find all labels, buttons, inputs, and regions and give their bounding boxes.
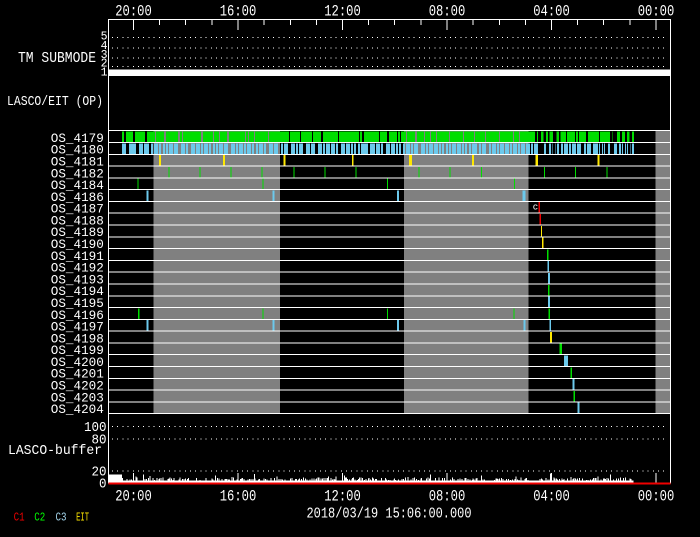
- svg-text:08:00: 08:00: [429, 3, 466, 21]
- svg-text:04:00: 04:00: [533, 488, 570, 506]
- svg-text:C2: C2: [34, 511, 45, 525]
- svg-text:20:00: 20:00: [115, 488, 152, 506]
- svg-text:LASCO-buffer: LASCO-buffer: [8, 444, 102, 459]
- svg-text:C1: C1: [14, 511, 25, 525]
- svg-text:12:00: 12:00: [324, 3, 361, 21]
- svg-text:C3: C3: [56, 511, 67, 525]
- svg-text:EIT: EIT: [76, 511, 89, 525]
- svg-text:12:00: 12:00: [324, 488, 361, 506]
- svg-text:00:00: 00:00: [638, 3, 675, 21]
- svg-text:20:00: 20:00: [115, 3, 152, 21]
- svg-text:04:00: 04:00: [533, 3, 570, 21]
- svg-text:16:00: 16:00: [220, 488, 257, 506]
- svg-text:16:00: 16:00: [220, 3, 257, 21]
- svg-text:c: c: [533, 203, 538, 213]
- svg-text:80: 80: [92, 433, 107, 448]
- svg-text:2018/03/19 15:06:00.000: 2018/03/19 15:06:00.000: [307, 506, 472, 523]
- svg-text:OS_4204: OS_4204: [51, 402, 104, 417]
- svg-text:00:00: 00:00: [638, 488, 675, 506]
- svg-text:LASCO/EIT (OP): LASCO/EIT (OP): [7, 95, 103, 110]
- svg-text:0: 0: [99, 478, 107, 493]
- svg-text:08:00: 08:00: [429, 488, 466, 506]
- svg-text:1: 1: [101, 66, 108, 79]
- svg-text:TM SUBMODE: TM SUBMODE: [18, 51, 96, 67]
